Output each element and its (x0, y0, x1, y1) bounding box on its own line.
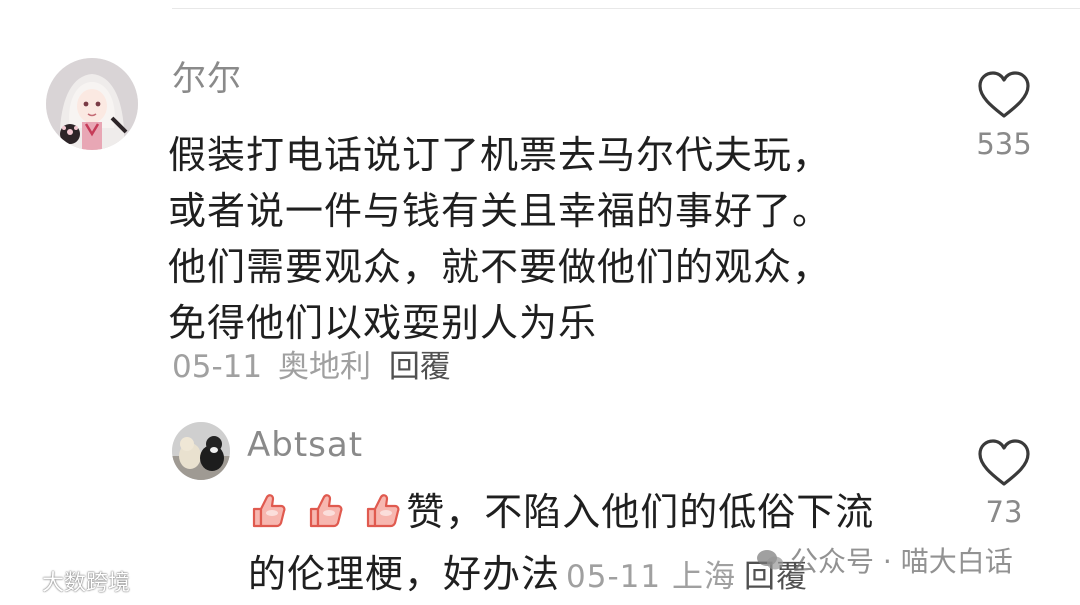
thumbs-up-emoji-icon (367, 494, 400, 528)
comment-date: 05-11 (172, 349, 263, 385)
top-divider (172, 8, 1080, 9)
heart-icon (978, 71, 1030, 118)
cats-avatar-icon (172, 422, 230, 480)
avatar[interactable] (46, 58, 138, 150)
watermark-right-text: 公众号 · 喵大白话 (790, 545, 1013, 578)
comment-text-line: 免得他们以戏耍别人为乐 (168, 301, 598, 345)
wechat-icon (757, 550, 783, 570)
comment-text-line: 假装打电话说订了机票去马尔代夫玩， (168, 133, 832, 177)
reply-text-prefix: 赞，不陷入他们的低俗下流 (406, 490, 875, 534)
like-button[interactable]: 535 (954, 70, 1054, 159)
heart-icon (978, 439, 1030, 486)
reply-text-line: 赞，不陷入他们的低俗下流 (248, 484, 874, 546)
thumbs-up-emoji-icon (309, 494, 343, 528)
comment-text: 假装打电话说订了机票去马尔代夫玩， 或者说一件与钱有关且幸福的事好了。 他们需要… (168, 127, 831, 351)
comment-meta: 05-11 奥地利 回覆 (172, 352, 451, 383)
reply-text-line2: 的伦理梗，好办法 (248, 552, 561, 596)
like-count: 73 (985, 495, 1023, 529)
logo-icon (6, 572, 37, 590)
comment-text-line: 他们需要观众，就不要做他们的观众， (168, 245, 832, 289)
avatar[interactable] (172, 422, 230, 480)
like-count: 535 (976, 127, 1032, 161)
reply-date: 05-11 (566, 559, 662, 595)
like-button[interactable]: 73 (954, 438, 1054, 527)
watermark-left: 大数跨境 (6, 565, 130, 597)
anime-girl-avatar-icon (46, 58, 138, 150)
watermark-right: 公众号 · 喵大白话 (756, 540, 1013, 580)
reply-button[interactable]: 回覆 (389, 349, 451, 385)
comment-username[interactable]: 尔尔 (172, 62, 242, 96)
thumbs-up-emoji-icon (252, 494, 286, 528)
comment-location: 奥地利 (277, 349, 371, 385)
reply-username[interactable]: Abtsat (247, 428, 363, 462)
watermark-left-text: 大数跨境 (42, 571, 131, 596)
thumbs-up-emoji-group (248, 490, 406, 546)
comment-text-line: 或者说一件与钱有关且幸福的事好了。 (168, 189, 832, 233)
reply-location: 上海 (671, 559, 736, 595)
